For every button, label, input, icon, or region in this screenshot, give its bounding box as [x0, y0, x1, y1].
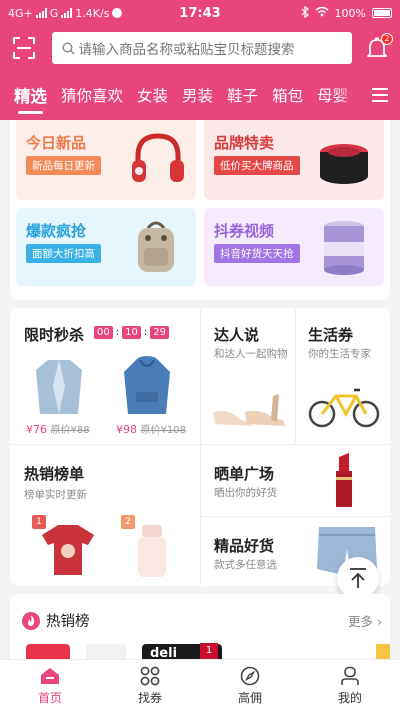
feature-title: 今日新品 [26, 134, 87, 152]
notification-badge: 2 [380, 33, 393, 45]
network-type: 4G+ [8, 6, 33, 20]
nav-high-commission[interactable]: 高佣 [200, 660, 300, 711]
feature-brand-sale[interactable]: 品牌特卖 低价买大牌商品 [204, 120, 384, 200]
search-placeholder: 请输入商品名称或粘贴宝贝标题搜索 [78, 42, 295, 58]
life-coupon-title: 生活券 [308, 326, 354, 344]
show-off-subtitle: 晒出你的好货 [214, 487, 277, 499]
clock: 17:43 [179, 5, 221, 21]
nav-find-coupon[interactable]: 找券 [100, 660, 200, 711]
feature-douyin-video[interactable]: 抖券视频 抖音好货天天抢 [204, 208, 384, 286]
category-menu-button[interactable] [360, 70, 400, 120]
talent-section[interactable]: 达人说 和达人一起购物 [201, 308, 295, 444]
network-speed: 1.4K/s [75, 6, 110, 20]
rank-label: 1 [200, 643, 218, 659]
blazer-icon [36, 360, 82, 414]
timer-hours: 00 [94, 326, 113, 339]
tab-shoes[interactable]: 鞋子 [227, 84, 258, 106]
life-coupon-subtitle: 你的生活专家 [308, 348, 371, 360]
search-input[interactable]: 请输入商品名称或粘贴宝贝标题搜索 [51, 32, 353, 64]
feature-tag: 低价买大牌商品 [214, 156, 300, 175]
flash-item-price: ¥98 原价¥108 [116, 423, 186, 436]
flash-sale-title: 限时秒杀 [24, 326, 85, 344]
promo-grid: 限时秒杀 00: 10: 29 ¥76 原价¥88 ¥98 原价¥108 达人说… [10, 308, 390, 586]
hot-list-title: 热销榜单 [24, 465, 85, 483]
tab-guess-you-like[interactable]: 猜你喜欢 [61, 84, 123, 106]
timer-seconds: 29 [150, 326, 169, 339]
feature-title: 品牌特卖 [214, 134, 275, 152]
hot-sales-more-link[interactable]: 更多 › [348, 611, 382, 630]
hot-list-section[interactable]: 热销榜单 榜单实时更新 1 2 [10, 445, 200, 586]
menu-icon [372, 88, 388, 102]
headphones-icon [132, 133, 184, 182]
feature-title: 爆款疯抢 [26, 222, 87, 240]
battery-level: 100% [334, 6, 366, 20]
feature-grid: 今日新品 新品每日更新 品牌特卖 低价买大牌商品 爆款疯抢 面额大折扣高 抖券视… [10, 120, 390, 300]
category-tabs: 精选 猜你喜欢 女装 男装 鞋子 箱包 母婴 内 [0, 70, 400, 120]
flame-icon [22, 612, 40, 630]
milk-powder-can-icon [324, 221, 364, 275]
tab-mens-clothing[interactable]: 男装 [182, 84, 213, 106]
signal-icon-2 [61, 8, 73, 18]
feature-hot-grab[interactable]: 爆款疯抢 面额大折扣高 [16, 208, 196, 286]
life-coupon-section[interactable]: 生活券 你的生活专家 [296, 308, 390, 444]
feature-tag: 新品每日更新 [26, 156, 101, 175]
talent-subtitle: 和达人一起购物 [214, 348, 288, 360]
user-icon [341, 666, 359, 685]
tab-womens-clothing[interactable]: 女装 [137, 84, 168, 106]
quality-title: 精品好货 [214, 537, 275, 555]
nav-home[interactable]: 首页 [0, 660, 100, 711]
bluetooth-icon [301, 5, 309, 21]
app-notification-icon [112, 8, 123, 18]
tab-featured[interactable]: 精选 [14, 83, 47, 114]
top-header: 请输入商品名称或粘贴宝贝标题搜索 2 [0, 26, 400, 70]
hoodie-icon [124, 356, 170, 414]
show-off-section[interactable]: 晒单广场 晒出你的好货 [201, 445, 390, 516]
feature-new-today[interactable]: 今日新品 新品每日更新 [16, 120, 196, 200]
scan-button[interactable] [10, 34, 38, 62]
scan-icon [12, 37, 35, 59]
bicycle-icon [308, 388, 380, 428]
search-icon [62, 41, 75, 55]
nav-mine[interactable]: 我的 [300, 660, 400, 711]
feature-title: 抖券视频 [214, 222, 275, 240]
lipstick-icon [336, 453, 352, 507]
flash-sale-section[interactable]: 限时秒杀 00: 10: 29 ¥76 原价¥88 ¥98 原价¥108 [10, 308, 200, 444]
status-bar: 4G+ G 1.4K/s 17:43 100% [0, 0, 400, 26]
timer-minutes: 10 [122, 326, 141, 339]
grid-icon [140, 666, 160, 686]
quality-subtitle: 款式多任意选 [214, 559, 277, 571]
nav-label: 我的 [337, 691, 362, 705]
cushion-compact-icon [320, 144, 368, 184]
compass-icon [240, 666, 260, 686]
feature-tag: 抖音好货天天抢 [214, 244, 300, 263]
battery-icon [372, 8, 392, 18]
show-off-title: 晒单广场 [214, 465, 275, 483]
hot-list-subtitle: 榜单实时更新 [24, 489, 87, 501]
rank-badge: 2 [121, 515, 135, 529]
arrow-up-icon [350, 568, 366, 588]
backpack-icon [138, 221, 174, 272]
tab-bags[interactable]: 箱包 [272, 84, 303, 106]
scroll-top-button[interactable] [337, 557, 379, 599]
tab-fade [336, 70, 360, 120]
talent-title: 达人说 [214, 326, 260, 344]
bottom-navigation: 首页 找券 高佣 我的 [0, 659, 400, 711]
network-type-2: G [49, 6, 59, 20]
flash-item-price: ¥76 原价¥88 [26, 423, 90, 436]
signal-icon [35, 8, 47, 18]
home-icon [41, 668, 59, 684]
bottle-icon [138, 525, 166, 577]
tshirt-icon [42, 525, 94, 575]
nav-label: 找券 [137, 691, 162, 705]
notification-button[interactable]: 2 [364, 33, 393, 62]
high-heels-icon [213, 394, 285, 426]
wifi-icon [315, 6, 329, 20]
nav-label: 首页 [37, 691, 62, 705]
feature-tag: 面额大折扣高 [26, 244, 101, 263]
nav-label: 高佣 [237, 691, 262, 705]
countdown-timer: 00: 10: 29 [94, 326, 169, 339]
hot-sales-title: 热销榜 [46, 614, 90, 630]
